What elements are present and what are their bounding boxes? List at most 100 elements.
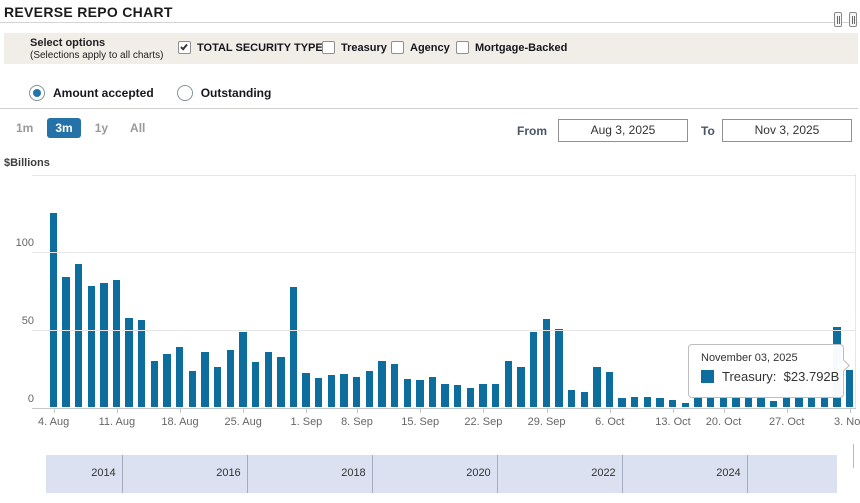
x-tick-mark [546, 408, 548, 413]
y-tick-label-50: 50 [21, 314, 34, 327]
x-tick-mark [180, 408, 182, 413]
bar-aug-27[interactable] [264, 351, 272, 407]
bar-aug-28[interactable] [277, 357, 285, 407]
bar-sep-22[interactable] [479, 383, 487, 407]
x-tick-label-25-aug: 25. Aug [224, 416, 262, 428]
bar-sep-25[interactable] [517, 366, 525, 407]
bar-oct-24[interactable] [770, 401, 778, 407]
bar-oct-22[interactable] [744, 398, 753, 407]
bar-oct-7[interactable] [618, 398, 626, 407]
bar-sep-30[interactable] [555, 329, 563, 407]
x-tick-label-4-aug: 4. Aug [38, 416, 70, 428]
gridline-100 [32, 252, 856, 254]
bar-oct-2[interactable] [580, 392, 588, 407]
bar-sep-5[interactable] [340, 373, 348, 407]
bar-oct-3[interactable] [593, 366, 601, 407]
navigator-year-separator [746, 455, 748, 493]
x-tick-label-6-oct: 6. Oct [595, 416, 625, 428]
bar-oct-15[interactable] [681, 402, 689, 407]
bar-sep-12[interactable] [403, 379, 411, 407]
bar-aug-13[interactable] [138, 320, 146, 407]
navigator-year-separator [246, 455, 248, 493]
plot-right-border [855, 174, 856, 408]
bar-sep-3[interactable] [315, 377, 323, 407]
bar-nov-3[interactable] [845, 370, 854, 407]
bar-aug-25[interactable] [239, 332, 247, 407]
gridline-150 [32, 174, 856, 176]
navigator-year-2018: 2018 [341, 467, 366, 479]
bar-sep-17[interactable] [441, 383, 449, 407]
bar-sep-9[interactable] [365, 370, 373, 407]
x-tick-label-15-sep: 15. Sep [401, 416, 440, 428]
y-tick-label-100: 100 [15, 237, 34, 250]
navigator-year-separator [121, 455, 123, 493]
navigator-year-separator [621, 455, 623, 493]
bar-aug-18[interactable] [176, 347, 184, 407]
bar-oct-14[interactable] [668, 399, 677, 407]
bar-oct-27[interactable] [782, 397, 791, 407]
bar-aug-20[interactable] [201, 351, 209, 407]
timeline-navigator[interactable]: 2014 2016 2018 2020 2022 2024 [46, 455, 855, 493]
x-tick-label-29-sep: 29. Sep [527, 416, 566, 428]
bar-oct-16[interactable] [694, 397, 702, 407]
x-tick-label-11-aug: 11. Aug [98, 416, 136, 428]
bar-oct-10[interactable] [656, 398, 664, 407]
x-tick-mark [116, 408, 118, 413]
bar-aug-12[interactable] [125, 318, 133, 407]
bar-sep-16[interactable] [428, 377, 437, 407]
bar-aug-14[interactable] [150, 361, 159, 407]
navigator-left-handle[interactable] [834, 12, 842, 27]
x-tick-mark [53, 408, 55, 413]
bar-oct-9[interactable] [643, 397, 652, 407]
bar-aug-19[interactable] [188, 370, 197, 407]
navigator-year-separator [496, 455, 498, 493]
x-tick-label-22-sep: 22. Sep [464, 416, 503, 428]
bar-sep-29[interactable] [542, 319, 550, 407]
tooltip-series-swatch [701, 370, 714, 383]
bar-sep-4[interactable] [327, 375, 336, 407]
navigator-year-2020: 2020 [466, 467, 491, 479]
bar-aug-4[interactable] [49, 212, 57, 407]
tooltip-series-row: Treasury: $23.792B [701, 369, 843, 384]
bar-aug-8[interactable] [100, 282, 108, 407]
bar-oct-8[interactable] [631, 397, 639, 407]
bar-aug-22[interactable] [226, 350, 234, 407]
bar-aug-26[interactable] [251, 361, 260, 407]
bar-aug-15[interactable] [163, 354, 171, 407]
bar-oct-20[interactable] [719, 398, 727, 407]
x-tick-label-3-nov: 3. Nov [834, 416, 860, 428]
bar-sep-2[interactable] [302, 373, 310, 407]
bar-sep-18[interactable] [454, 385, 462, 407]
bar-sep-10[interactable] [378, 360, 386, 407]
bar-sep-11[interactable] [390, 364, 399, 407]
tooltip-series-value: Treasury: $23.792B [722, 369, 840, 384]
navigator-selected-window[interactable] [837, 455, 853, 493]
chart-tooltip: November 03, 2025 Treasury: $23.792B [688, 344, 850, 398]
navigator-right-handle[interactable] [849, 12, 857, 27]
x-tick-label-8-sep: 8. Sep [341, 416, 373, 428]
bar-aug-21[interactable] [213, 367, 222, 407]
x-tick-label-20-oct: 20. Oct [705, 416, 742, 428]
bar-sep-8[interactable] [352, 376, 361, 407]
bar-aug-6[interactable] [74, 264, 83, 407]
bar-oct-1[interactable] [567, 389, 576, 407]
bar-aug-29[interactable] [289, 287, 298, 407]
x-axis-line [32, 407, 856, 409]
x-tick-mark [306, 408, 308, 413]
navigator-year-2016: 2016 [216, 467, 241, 479]
bar-oct-6[interactable] [605, 372, 614, 407]
bar-sep-15[interactable] [416, 380, 424, 407]
bar-sep-24[interactable] [504, 361, 513, 407]
bar-oct-21[interactable] [732, 397, 740, 407]
bar-sep-23[interactable] [492, 384, 500, 407]
reverse-repo-chart-app: REVERSE REPO CHART Select options (Selec… [0, 0, 860, 503]
bar-aug-11[interactable] [112, 279, 121, 407]
navigator-year-2024: 2024 [716, 467, 741, 479]
bar-aug-5[interactable] [62, 276, 70, 407]
x-tick-label-18-aug: 18. Aug [161, 416, 199, 428]
bar-sep-26[interactable] [529, 332, 538, 407]
bar-aug-7[interactable] [87, 285, 95, 407]
bar-sep-19[interactable] [466, 387, 475, 407]
navigator-year-2022: 2022 [591, 467, 616, 479]
bar-oct-23[interactable] [757, 396, 765, 407]
